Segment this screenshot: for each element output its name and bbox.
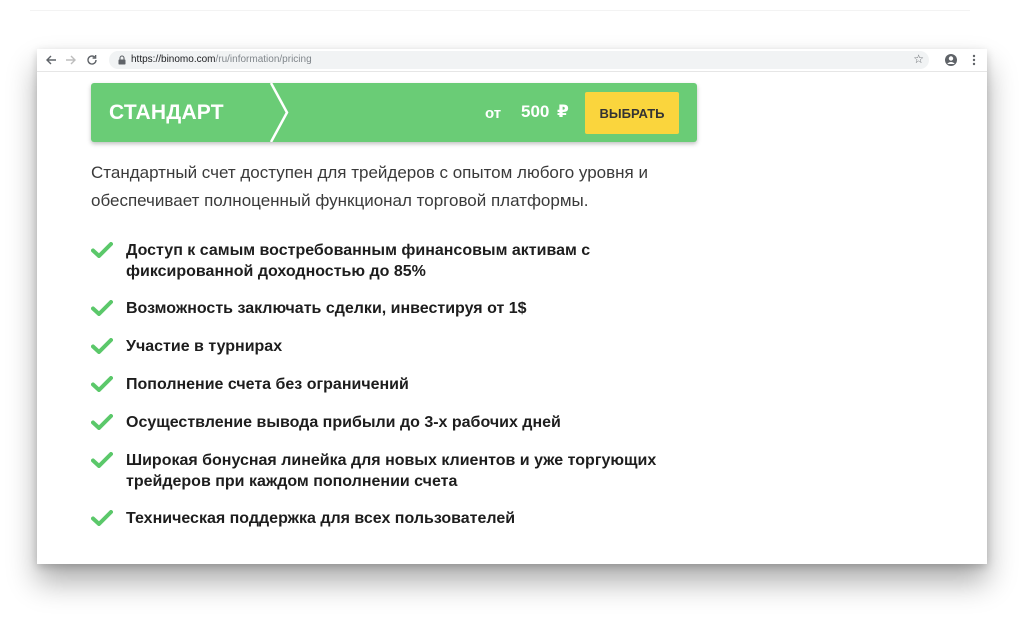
- feature-text: Широкая бонусная линейка для новых клиен…: [126, 452, 657, 490]
- feature-text: Доступ к самым востребованным финансовым…: [126, 242, 591, 280]
- currency-symbol: ₽: [557, 102, 569, 121]
- forward-button[interactable]: [63, 52, 79, 68]
- page-content: СТАНДАРТ от 500 ₽ ВЫБРАТЬ Стандартный сч…: [37, 72, 987, 564]
- forward-arrow-icon: [66, 55, 76, 65]
- reload-icon: [87, 55, 97, 65]
- url-text: https://binomo.com/ru/information/pricin…: [131, 53, 312, 67]
- check-icon: [91, 242, 113, 258]
- feature-text: Осуществление вывода прибыли до 3-х рабо…: [126, 414, 561, 431]
- address-bar[interactable]: https://binomo.com/ru/information/pricin…: [109, 51, 929, 69]
- plan-description: Стандартный счет доступен для трейдеров …: [91, 163, 648, 210]
- menu-kebab-icon: [972, 54, 976, 66]
- top-divider: [30, 10, 970, 11]
- price-value: 500: [521, 102, 550, 121]
- back-arrow-icon: [46, 55, 56, 65]
- url-path: /ru/information/pricing: [215, 54, 312, 65]
- price-prefix: от: [485, 105, 502, 122]
- check-icon: [91, 300, 113, 316]
- reload-button[interactable]: [84, 52, 100, 68]
- plan-banner: СТАНДАРТ от 500 ₽ ВЫБРАТЬ: [91, 83, 697, 142]
- url-host: https://binomo.com: [131, 54, 216, 65]
- browser-toolbar: https://binomo.com/ru/information/pricin…: [37, 49, 987, 72]
- account-icon: [945, 54, 957, 66]
- feature-text: Возможность заключать сделки, инвестируя…: [126, 300, 527, 317]
- browser-window: https://binomo.com/ru/information/pricin…: [37, 49, 987, 564]
- feature-text: Участие в турнирах: [126, 338, 283, 355]
- check-icon: [91, 452, 113, 468]
- lock-icon: [118, 55, 126, 65]
- select-plan-button[interactable]: ВЫБРАТЬ: [585, 92, 679, 134]
- feature-text: Техническая поддержка для всех пользоват…: [126, 510, 516, 527]
- feature-text: Пополнение счета без ограничений: [126, 376, 409, 393]
- chevron-divider-icon: [269, 83, 289, 142]
- plan-name: СТАНДАРТ: [109, 101, 224, 124]
- check-icon: [91, 414, 113, 430]
- account-button[interactable]: [943, 52, 959, 68]
- check-icon: [91, 376, 113, 392]
- menu-button[interactable]: [966, 52, 982, 68]
- back-button[interactable]: [43, 52, 59, 68]
- check-icon: [91, 338, 113, 354]
- star-icon[interactable]: ☆: [913, 52, 924, 66]
- check-icon: [91, 510, 113, 526]
